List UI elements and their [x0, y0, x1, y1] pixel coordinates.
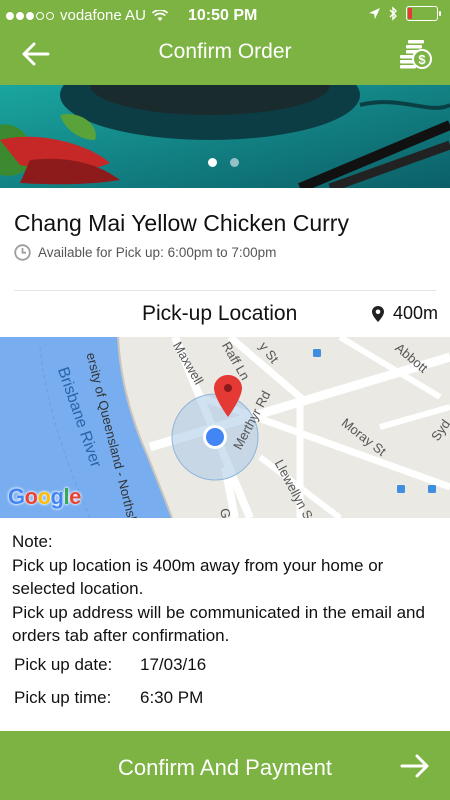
page-title: Confirm Order — [158, 40, 292, 63]
availability-text: Available for Pick up: 6:00pm to 7:00pm — [38, 245, 277, 260]
bluetooth-icon — [389, 6, 397, 21]
distance-value: 400m — [392, 303, 438, 323]
street-label: G — [217, 507, 234, 518]
google-logo: Google — [8, 484, 81, 509]
wifi-icon — [151, 9, 168, 21]
pickup-time-value: 6:30 PM — [140, 688, 204, 707]
pickup-time-row: Pick up time: 6:30 PM — [14, 688, 203, 708]
pager-dot[interactable] — [230, 158, 239, 167]
pickup-date-value: 17/03/16 — [140, 655, 207, 674]
svg-text:$: $ — [418, 52, 426, 67]
arrow-right-icon — [400, 754, 429, 778]
carrier-name: vodafone AU — [60, 7, 146, 24]
clock-time: 10:50 PM — [188, 7, 258, 24]
signal-strength-icon — [6, 11, 54, 20]
pickup-location-heading: Pick-up Location — [142, 302, 298, 325]
nav-bar: Confirm Order $ — [0, 32, 450, 85]
pickup-map[interactable]: Maxwell Raff Ln y St Abbott Merthyr Rd M… — [0, 337, 450, 518]
hero-image-carousel[interactable] — [0, 85, 450, 188]
carousel-pager[interactable] — [208, 158, 239, 167]
note-block: Note: Pick up location is 400m away from… — [12, 530, 432, 648]
confirm-and-payment-button[interactable]: Confirm And Payment — [0, 731, 450, 800]
distance-badge: 400m — [371, 303, 438, 324]
note-line-1: Pick up location is 400m away from your … — [12, 555, 384, 599]
food-photo — [0, 85, 450, 188]
availability-row: Available for Pick up: 6:00pm to 7:00pm — [14, 244, 276, 261]
note-line-2: Pick up address will be communicated in … — [12, 602, 425, 646]
battery-icon — [406, 6, 441, 21]
location-arrow-icon — [369, 8, 380, 19]
pickup-date-row: Pick up date: 17/03/16 — [14, 655, 206, 675]
clock-icon — [14, 244, 31, 261]
map-pin-icon — [371, 305, 384, 322]
divider — [14, 290, 436, 291]
status-bar: vodafone AU 10:50 PM — [0, 0, 450, 32]
confirm-button-label: Confirm And Payment — [118, 755, 332, 780]
status-icons — [368, 6, 441, 21]
carrier-info: vodafone AU — [6, 7, 168, 24]
pickup-date-label: Pick up date: — [14, 655, 113, 674]
coins-payment-icon[interactable]: $ — [398, 35, 432, 69]
pickup-time-label: Pick up time: — [14, 688, 112, 707]
item-title: Chang Mai Yellow Chicken Curry — [14, 210, 349, 236]
pager-dot-active[interactable] — [208, 158, 217, 167]
note-heading: Note: — [12, 532, 53, 551]
